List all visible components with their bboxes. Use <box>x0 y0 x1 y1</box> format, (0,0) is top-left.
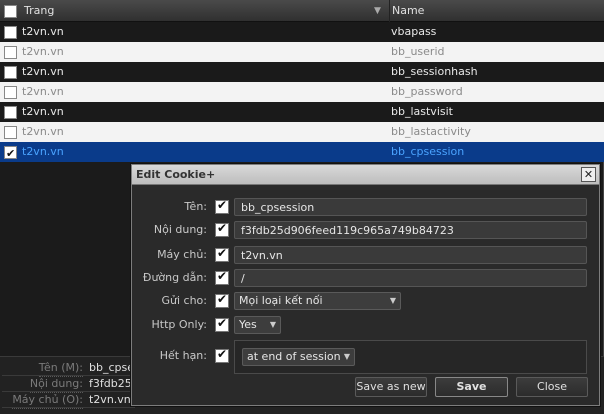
path-label: Đường dẫn: <box>142 271 207 284</box>
http-only-select[interactable]: Yes ▼ <box>234 316 281 334</box>
send-for-value: Mọi loại kết nối <box>239 294 323 307</box>
content-label: Nội dung: <box>153 223 207 236</box>
cookie-name: bb_sessionhash <box>391 65 478 78</box>
expires-group: at end of session ▼ <box>234 340 587 374</box>
cookie-host: t2vn.vn <box>22 145 64 158</box>
cookie-host: t2vn.vn <box>22 105 64 118</box>
table-row-selected[interactable]: t2vn.vn bb_cpsession <box>0 142 604 164</box>
table-row[interactable]: t2vn.vn vbapass <box>0 22 604 42</box>
chevron-down-icon: ▼ <box>269 320 276 329</box>
divider <box>2 407 135 408</box>
chevron-down-icon: ▼ <box>343 352 350 361</box>
dialog-title: Edit Cookie+ <box>136 168 216 181</box>
select-all-checkbox[interactable] <box>4 5 17 18</box>
column-header-host[interactable]: Trang <box>22 0 390 22</box>
cookie-name: bb_lastactivity <box>391 125 471 138</box>
edit-cookie-dialog: Edit Cookie+ ✕ Tên: bb_cpsession Nội dun… <box>131 164 600 406</box>
http-only-value: Yes <box>239 318 257 331</box>
column-header-name[interactable]: Name <box>392 0 424 22</box>
row-checkbox[interactable] <box>4 126 17 139</box>
cookie-name: vbapass <box>391 25 437 38</box>
detail-value: bb_cpse <box>89 361 134 374</box>
send-for-checkbox[interactable] <box>215 292 229 308</box>
cookie-name: bb_lastvisit <box>391 105 453 118</box>
row-checkbox[interactable] <box>4 144 17 164</box>
table-header: Trang ▼ Name <box>0 0 604 22</box>
table-row[interactable]: t2vn.vn bb_userid <box>0 42 604 62</box>
table-row[interactable]: t2vn.vn bb_lastvisit <box>0 102 604 122</box>
row-checkbox[interactable] <box>4 46 17 59</box>
dialog-titlebar[interactable]: Edit Cookie+ ✕ <box>132 165 599 185</box>
http-only-checkbox[interactable] <box>215 316 229 332</box>
cookie-name: bb_password <box>391 85 463 98</box>
cookie-name: bb_cpsession <box>391 145 465 158</box>
name-checkbox[interactable] <box>215 198 229 214</box>
content-checkbox[interactable] <box>215 221 229 237</box>
send-for-select[interactable]: Mọi loại kết nối ▼ <box>234 292 401 310</box>
chevron-down-icon: ▼ <box>389 296 396 305</box>
table-row[interactable]: t2vn.vn bb_lastactivity <box>0 122 604 142</box>
close-icon[interactable]: ✕ <box>581 167 596 182</box>
table-row[interactable]: t2vn.vn bb_sessionhash <box>0 62 604 82</box>
expires-label: Hết hạn: <box>159 349 207 362</box>
host-label: Máy chủ: <box>157 248 207 261</box>
row-checkbox[interactable] <box>4 106 17 119</box>
row-checkbox[interactable] <box>4 86 17 99</box>
table-row[interactable]: t2vn.vn bb_password <box>0 82 604 102</box>
cookie-host: t2vn.vn <box>22 45 64 58</box>
name-field[interactable]: bb_cpsession <box>234 198 587 216</box>
row-checkbox[interactable] <box>4 66 17 79</box>
sort-arrow-icon[interactable]: ▼ <box>374 0 381 22</box>
detail-value: t2vn.vn <box>89 393 131 406</box>
path-field[interactable]: / <box>234 269 587 287</box>
cookie-host: t2vn.vn <box>22 65 64 78</box>
detail-row: Tên (M): bb_cpse <box>0 360 135 377</box>
host-checkbox[interactable] <box>215 246 229 262</box>
expires-select[interactable]: at end of session ▼ <box>242 348 355 366</box>
cookie-host: t2vn.vn <box>22 85 64 98</box>
send-for-label: Gửi cho: <box>161 294 207 307</box>
close-button[interactable]: Close <box>516 377 588 397</box>
detail-row: Nội dung: f3fdb25c <box>0 376 138 393</box>
cookie-host: t2vn.vn <box>22 125 64 138</box>
row-checkbox[interactable] <box>4 26 17 39</box>
expires-value: at end of session <box>247 350 341 363</box>
save-as-new-button[interactable]: Save as new <box>355 377 427 397</box>
detail-row: Máy chủ (O): t2vn.vn <box>0 392 135 409</box>
expires-checkbox[interactable] <box>215 347 229 363</box>
cookie-name: bb_userid <box>391 45 445 58</box>
http-only-label: Http Only: <box>151 318 207 331</box>
cookie-host: t2vn.vn <box>22 25 64 38</box>
path-checkbox[interactable] <box>215 269 229 285</box>
host-field[interactable]: t2vn.vn <box>234 246 587 264</box>
save-button[interactable]: Save <box>435 377 508 397</box>
name-label: Tên: <box>184 200 207 213</box>
content-field[interactable]: f3fdb25d906feed119c965a749b84723 <box>234 221 587 239</box>
